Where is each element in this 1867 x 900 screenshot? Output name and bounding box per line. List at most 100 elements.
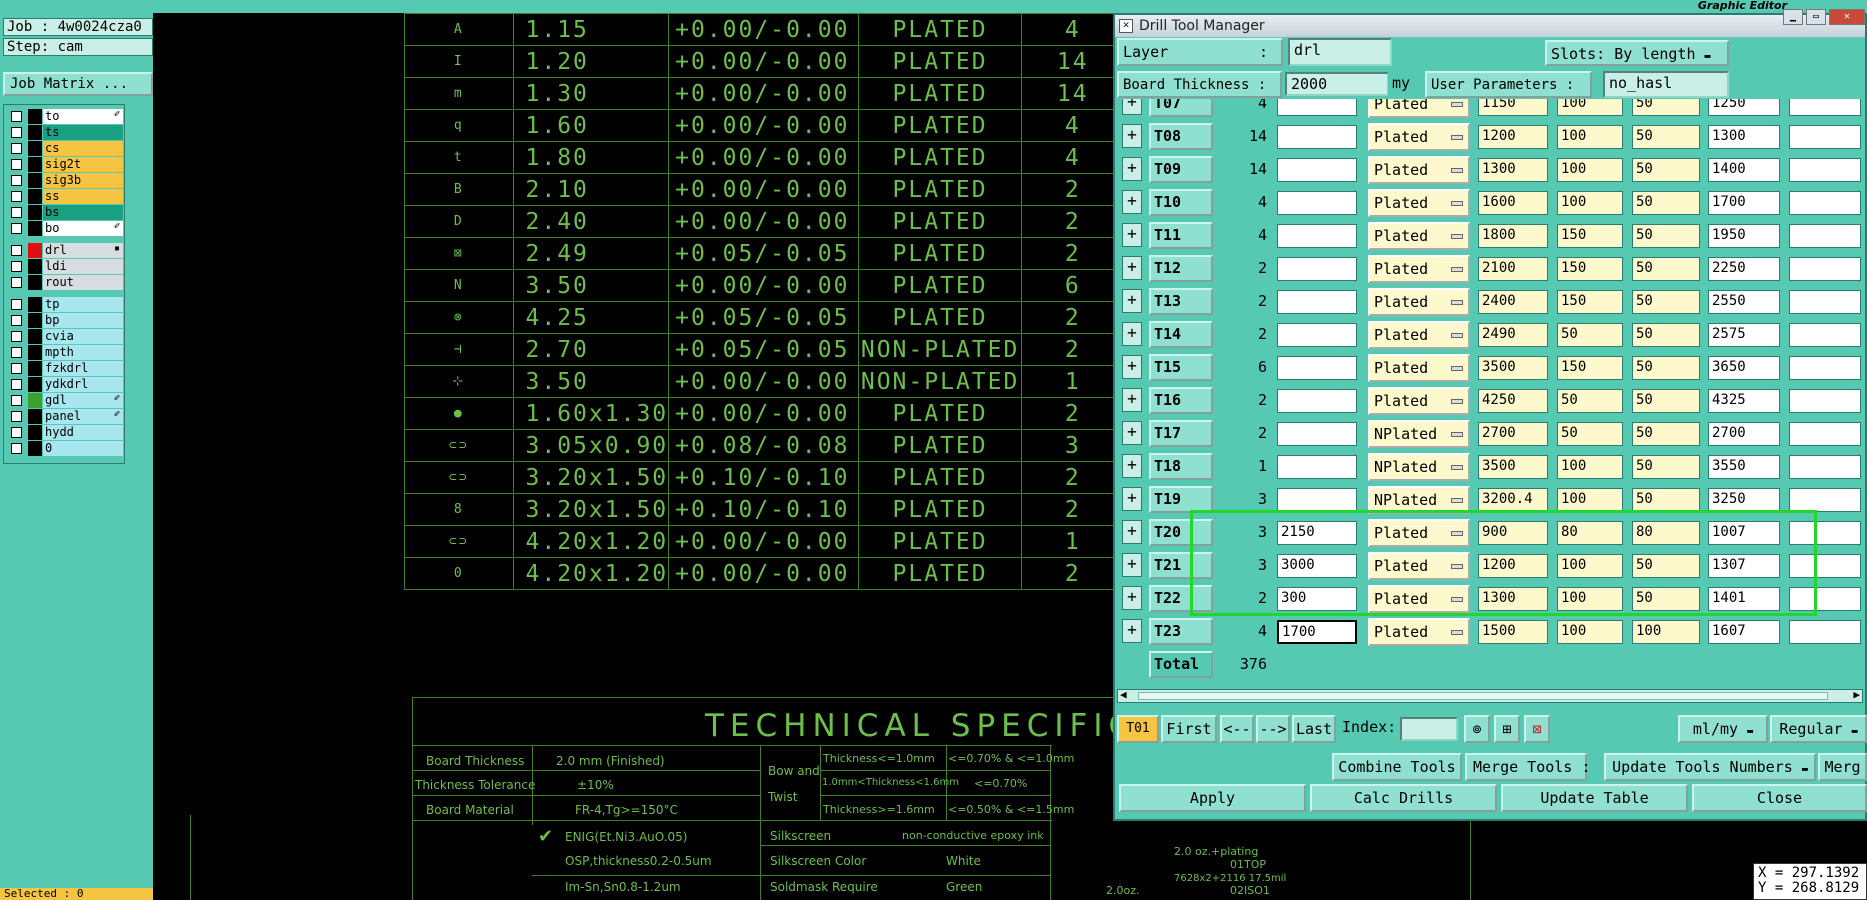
calc-drills-button[interactable]: Calc Drills [1310, 784, 1497, 812]
layer-name[interactable]: 0 [43, 441, 123, 456]
plus-tol-field[interactable]: 150 [1557, 224, 1623, 248]
tool-name-button[interactable]: T19 [1149, 486, 1213, 513]
layer-row-mpth[interactable]: mpth [6, 345, 124, 360]
tool-row-T10[interactable]: + T10 4 Plated 1600 100 50 1700 [1117, 187, 1863, 220]
drill-size-field[interactable]: 1950 [1708, 224, 1780, 248]
extra-field[interactable] [1789, 620, 1861, 644]
minimize-icon[interactable]: ▁ [1783, 9, 1803, 25]
finish-size-field[interactable]: 2490 [1478, 323, 1548, 347]
minus-tol-field[interactable]: 100 [1632, 620, 1700, 644]
layer-name[interactable]: ydkdrl [43, 377, 123, 392]
scroll-left-icon[interactable]: ◀ [1120, 688, 1127, 701]
search-icon[interactable]: ⊚ [1464, 715, 1490, 743]
plating-select[interactable]: Plated [1368, 354, 1470, 382]
expand-icon[interactable]: + [1122, 388, 1142, 412]
layer-name[interactable]: panel [43, 409, 123, 424]
tool-name-button[interactable]: T11 [1149, 222, 1213, 249]
tool-name-button[interactable]: T13 [1149, 288, 1213, 315]
layer-row-rout[interactable]: rout [6, 275, 124, 290]
finish-size-field[interactable]: 1300 [1478, 158, 1548, 182]
layer-name[interactable]: mpth [43, 345, 123, 360]
finish-size-field[interactable]: 2700 [1478, 422, 1548, 446]
layer-name[interactable]: gdl [43, 393, 123, 408]
layer-name[interactable]: cs [43, 141, 123, 156]
plus-tol-field[interactable]: 100 [1557, 455, 1623, 479]
layer-row-ts[interactable]: ts [6, 125, 124, 140]
layer-row-0[interactable]: 0 [6, 441, 124, 456]
drill-size-field[interactable]: 4325 [1708, 389, 1780, 413]
tool-input[interactable] [1277, 356, 1357, 380]
layer-row-bp[interactable]: bp [6, 313, 124, 328]
layer-name[interactable]: ts [43, 125, 123, 140]
layer-row-cvia[interactable]: cvia [6, 329, 124, 344]
finish-size-field[interactable]: 3500 [1478, 356, 1548, 380]
tool-row-T11[interactable]: + T11 4 Plated 1800 150 50 1950 [1117, 220, 1863, 253]
combine-tools-button[interactable]: Combine Tools [1332, 753, 1462, 781]
drill-size-field[interactable]: 2550 [1708, 290, 1780, 314]
finish-size-field[interactable]: 1600 [1478, 191, 1548, 215]
tool-name-button[interactable]: T23 [1149, 618, 1213, 645]
tool-input[interactable] [1277, 224, 1357, 248]
layer-row-tp[interactable]: tp [6, 297, 124, 312]
minus-tol-field[interactable]: 50 [1632, 158, 1700, 182]
layer-name[interactable]: to [43, 109, 123, 124]
layer-checkbox[interactable] [11, 443, 22, 454]
layer-checkbox[interactable] [11, 363, 22, 374]
scrollbar-thumb[interactable] [1138, 692, 1828, 700]
expand-icon[interactable]: + [1122, 586, 1142, 610]
tool-name-button[interactable]: T09 [1149, 156, 1213, 183]
tool-name-button[interactable]: T07 [1149, 99, 1213, 117]
layer-checkbox[interactable] [11, 315, 22, 326]
tool-row-T07[interactable]: + T07 4 Plated 1150 100 50 1250 [1117, 99, 1863, 121]
drill-size-field[interactable]: 1300 [1708, 125, 1780, 149]
layer-checkbox[interactable] [11, 427, 22, 438]
layer-row-ldi[interactable]: ldi [6, 259, 124, 274]
drill-size-field[interactable]: 3250 [1708, 488, 1780, 512]
layer-checkbox[interactable] [11, 411, 22, 422]
layer-name[interactable]: bs [43, 205, 123, 220]
layer-name[interactable]: drl [43, 243, 123, 258]
drill-size-field[interactable]: 2575 [1708, 323, 1780, 347]
user-params-input[interactable]: no_hasl [1603, 71, 1729, 98]
expand-icon[interactable]: + [1122, 553, 1142, 577]
tool-row-T23[interactable]: + T23 4 1700 Plated 1500 100 100 1607 [1117, 616, 1863, 649]
finish-size-field[interactable]: 1500 [1478, 620, 1548, 644]
layer-checkbox[interactable] [11, 245, 22, 256]
finish-size-field[interactable]: 1200 [1478, 125, 1548, 149]
horizontal-scrollbar[interactable]: ◀ ▶ [1117, 688, 1863, 703]
tool-name-button[interactable]: T12 [1149, 255, 1213, 282]
extra-field[interactable] [1789, 99, 1861, 116]
extra-field[interactable] [1789, 125, 1861, 149]
plus-tol-field[interactable]: 50 [1557, 323, 1623, 347]
minus-tol-field[interactable]: 50 [1632, 488, 1700, 512]
extra-field[interactable] [1789, 422, 1861, 446]
layer-name[interactable]: ldi [43, 259, 123, 274]
plus-tol-field[interactable]: 50 [1557, 389, 1623, 413]
plating-select[interactable]: NPlated [1368, 453, 1470, 481]
extra-field[interactable] [1789, 455, 1861, 479]
extra-field[interactable] [1789, 389, 1861, 413]
plating-select[interactable]: Plated [1368, 99, 1470, 118]
expand-icon[interactable]: + [1122, 355, 1142, 379]
finish-size-field[interactable]: 1150 [1478, 99, 1548, 116]
layer-row-cs[interactable]: cs [6, 141, 124, 156]
layer-name[interactable]: bo [43, 221, 123, 236]
tool-row-T13[interactable]: + T13 2 Plated 2400 150 50 2550 [1117, 286, 1863, 319]
tool-row-T08[interactable]: + T08 14 Plated 1200 100 50 1300 [1117, 121, 1863, 154]
expand-icon[interactable]: + [1122, 157, 1142, 181]
tool-input[interactable] [1277, 323, 1357, 347]
prev-button[interactable]: <-- [1220, 715, 1254, 743]
expand-icon[interactable]: + [1122, 99, 1142, 115]
extra-field[interactable] [1789, 356, 1861, 380]
merge-button[interactable]: Merg [1818, 753, 1867, 781]
layer-checkbox[interactable] [11, 331, 22, 342]
layer-checkbox[interactable] [11, 159, 22, 170]
units-select[interactable]: ml/my ▬ [1678, 715, 1768, 743]
tool-row-T15[interactable]: + T15 6 Plated 3500 150 50 3650 [1117, 352, 1863, 385]
expand-icon[interactable]: + [1122, 289, 1142, 313]
layer-name[interactable]: tp [43, 297, 123, 312]
tool-input[interactable] [1277, 125, 1357, 149]
drill-size-field[interactable]: 2700 [1708, 422, 1780, 446]
tool-name-button[interactable]: T14 [1149, 321, 1213, 348]
layer-row-to[interactable]: to ✐ [6, 109, 124, 124]
